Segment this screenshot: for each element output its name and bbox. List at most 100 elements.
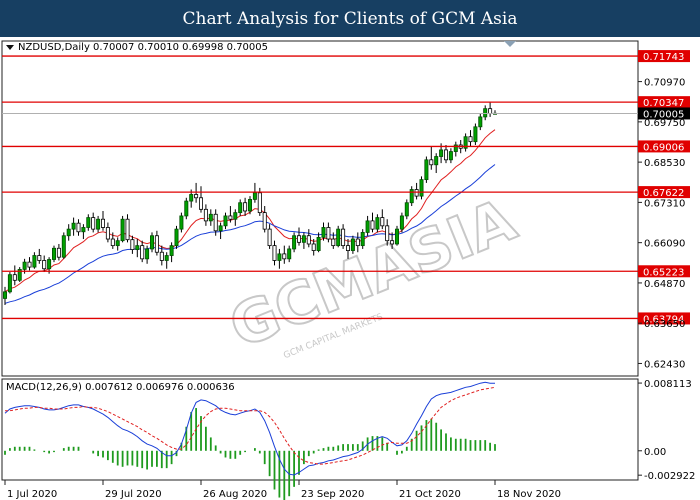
- candle-body: [154, 235, 159, 253]
- candle-body: [37, 255, 42, 261]
- candle-body: [233, 212, 238, 220]
- candle-body: [468, 136, 473, 143]
- candle-body: [101, 218, 106, 228]
- candle-body: [66, 228, 71, 237]
- macd-y-tick-label: -0.002922: [644, 471, 695, 482]
- level-tag-label: 0.69006: [643, 142, 684, 153]
- candle-body: [252, 192, 257, 200]
- candle-body: [96, 218, 101, 230]
- chart-banner-title: Chart Analysis for Clients of GCM Asia: [0, 0, 700, 37]
- candle-body: [110, 238, 115, 247]
- candle-body: [257, 192, 262, 214]
- candle-body: [336, 228, 341, 247]
- y-tick-label: 0.62430: [644, 359, 685, 370]
- candle-body: [164, 255, 169, 261]
- candle-body: [27, 261, 32, 268]
- candle-body: [47, 259, 52, 270]
- candle-body: [174, 228, 179, 247]
- candle-body: [32, 255, 37, 268]
- candle-body: [292, 235, 297, 250]
- candle-body: [267, 228, 272, 247]
- candle-body: [404, 202, 409, 217]
- candle-body: [189, 194, 194, 202]
- candle-body: [86, 217, 91, 228]
- candle-body: [311, 243, 316, 251]
- level-tag-label: 0.71743: [643, 52, 684, 63]
- price-chart-title: NZDUSD,Daily 0.70007 0.70010 0.69998 0.7…: [18, 42, 268, 53]
- candle-body: [287, 248, 292, 260]
- candle-body: [277, 253, 282, 261]
- y-tick-label: 0.67310: [644, 198, 685, 209]
- candle-body: [424, 159, 429, 181]
- candle-body: [394, 228, 399, 245]
- candle-body: [56, 247, 61, 258]
- candle-body: [91, 217, 96, 230]
- candle-body: [213, 213, 218, 232]
- chart-figure: GCMASIA GCM CAPITAL MARKETS 0.717430.703…: [1, 40, 695, 500]
- candle-body: [223, 215, 228, 227]
- candle-body: [478, 116, 483, 128]
- candle-body: [429, 159, 434, 166]
- candle-body: [370, 220, 375, 230]
- candle-body: [331, 238, 336, 247]
- candle-body: [272, 245, 277, 261]
- candle-body: [390, 240, 395, 245]
- y-tick-label: 0.63650: [644, 319, 685, 330]
- candle-body: [61, 235, 66, 258]
- candle-body: [203, 208, 208, 222]
- candle-body: [12, 274, 17, 281]
- x-tick-label: 21 Oct 2020: [399, 489, 461, 500]
- candle-body: [135, 245, 140, 250]
- candle-body: [7, 274, 12, 293]
- candle-body: [380, 217, 385, 227]
- macd-pane: [1, 378, 639, 481]
- candle-body: [262, 212, 267, 230]
- candle-body: [194, 194, 199, 199]
- candle-body: [483, 108, 488, 118]
- candle-body: [3, 291, 8, 299]
- candle-body: [282, 253, 287, 260]
- candle-body: [184, 200, 189, 217]
- candle-body: [488, 108, 493, 115]
- candle-body: [120, 218, 125, 242]
- candle-body: [42, 260, 47, 270]
- candle-body: [439, 149, 444, 157]
- candle-body: [130, 239, 135, 250]
- candle-body: [385, 225, 390, 242]
- candle-body: [355, 238, 360, 247]
- y-tick-label: 0.69750: [644, 118, 685, 129]
- x-tick-label: 23 Sep 2020: [301, 489, 364, 500]
- candle-body: [159, 251, 164, 261]
- x-tick-label: 26 Aug 2020: [203, 489, 267, 500]
- candle-body: [125, 218, 130, 241]
- candle-body: [448, 151, 453, 161]
- candle-body: [179, 215, 184, 230]
- candle-body: [81, 227, 86, 233]
- candle-body: [52, 247, 57, 260]
- candle-body: [145, 248, 150, 260]
- candle-body: [208, 213, 213, 222]
- candle-body: [198, 197, 203, 210]
- candle-body: [375, 217, 380, 230]
- y-tick-label: 0.64870: [644, 279, 685, 290]
- candle-body: [316, 236, 321, 251]
- x-tick-label: 18 Nov 2020: [497, 489, 561, 500]
- candle-body: [22, 261, 27, 270]
- candle-body: [238, 202, 243, 214]
- candle-body: [306, 235, 311, 245]
- candle-body: [443, 149, 448, 161]
- y-tick-label: 0.70970: [644, 78, 685, 89]
- candle-body: [399, 215, 404, 230]
- candle-body: [149, 235, 154, 250]
- candle-body: [243, 202, 248, 212]
- y-tick-label: 0.66090: [644, 239, 685, 250]
- candle-body: [434, 156, 439, 166]
- x-tick-label: 29 Jul 2020: [105, 489, 162, 500]
- candle-body: [345, 245, 350, 251]
- candle-body: [341, 228, 346, 247]
- candle-body: [296, 235, 301, 243]
- candle-body: [115, 240, 120, 247]
- candle-body: [140, 245, 145, 260]
- candle-body: [365, 220, 370, 233]
- macd-y-tick-label: 0.008113: [644, 379, 692, 390]
